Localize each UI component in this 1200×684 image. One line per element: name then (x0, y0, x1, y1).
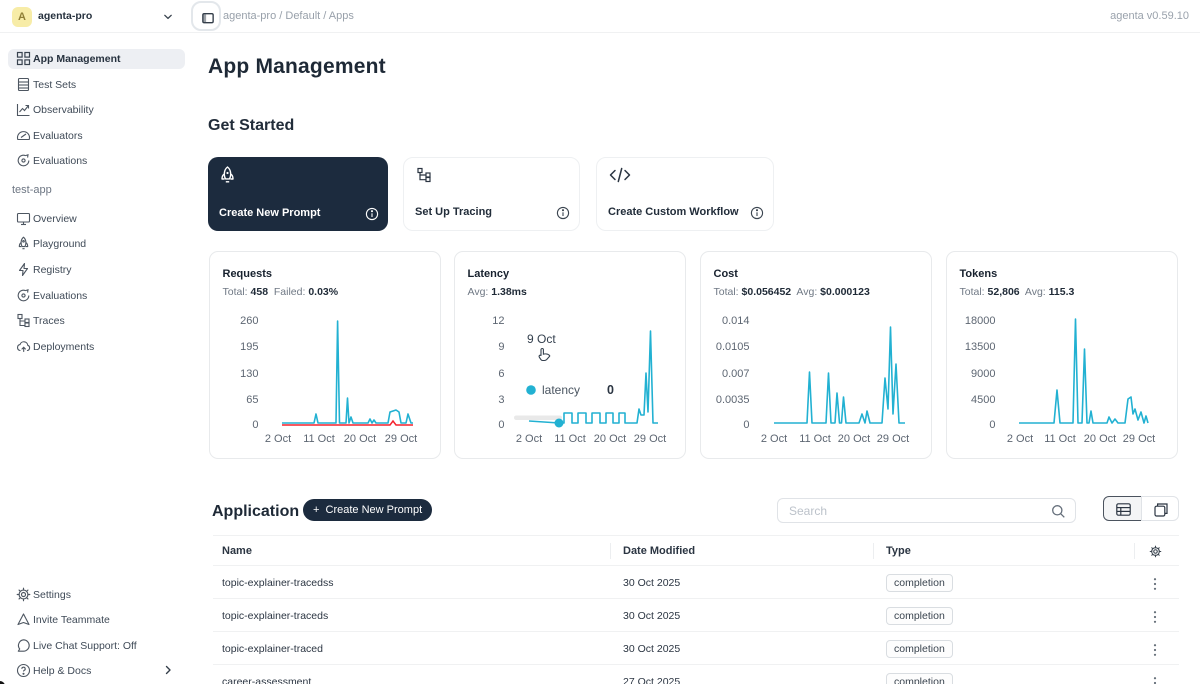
svg-text:2 Oct: 2 Oct (516, 433, 542, 445)
svg-text:9 Oct: 9 Oct (527, 332, 556, 346)
svg-text:9000: 9000 (971, 368, 995, 380)
svg-text:0.0105: 0.0105 (716, 341, 750, 353)
svg-text:29 Oct: 29 Oct (634, 433, 666, 445)
svg-text:0.007: 0.007 (722, 368, 750, 380)
svg-text:0: 0 (743, 419, 749, 431)
svg-text:20 Oct: 20 Oct (594, 433, 626, 445)
svg-text:0.014: 0.014 (722, 315, 750, 327)
svg-text:0: 0 (252, 419, 258, 431)
svg-text:11 Oct: 11 Oct (303, 433, 335, 445)
svg-text:20 Oct: 20 Oct (344, 433, 376, 445)
svg-text:0: 0 (498, 419, 504, 431)
svg-text:11 Oct: 11 Oct (554, 433, 586, 445)
svg-text:6: 6 (498, 368, 504, 380)
svg-text:195: 195 (240, 341, 258, 353)
svg-text:11 Oct: 11 Oct (799, 433, 831, 445)
svg-text:20 Oct: 20 Oct (838, 433, 870, 445)
svg-text:12: 12 (492, 315, 504, 327)
svg-text:2 Oct: 2 Oct (1007, 433, 1033, 445)
svg-text:260: 260 (240, 315, 258, 327)
svg-text:29 Oct: 29 Oct (385, 433, 417, 445)
svg-text:0: 0 (989, 419, 995, 431)
svg-text:20 Oct: 20 Oct (1084, 433, 1116, 445)
svg-text:4500: 4500 (971, 394, 995, 406)
svg-text:130: 130 (240, 368, 258, 380)
svg-text:65: 65 (246, 394, 258, 406)
svg-text:2 Oct: 2 Oct (761, 433, 787, 445)
svg-text:9: 9 (498, 341, 504, 353)
svg-text:latency: latency (542, 383, 580, 397)
svg-text:29 Oct: 29 Oct (877, 433, 909, 445)
svg-text:18000: 18000 (965, 315, 996, 327)
svg-text:3: 3 (498, 394, 504, 406)
svg-text:2 Oct: 2 Oct (265, 433, 291, 445)
svg-text:13500: 13500 (965, 341, 996, 353)
svg-text:0.0035: 0.0035 (716, 394, 750, 406)
svg-text:29 Oct: 29 Oct (1123, 433, 1155, 445)
svg-text:11 Oct: 11 Oct (1044, 433, 1076, 445)
svg-text:0: 0 (607, 383, 614, 397)
